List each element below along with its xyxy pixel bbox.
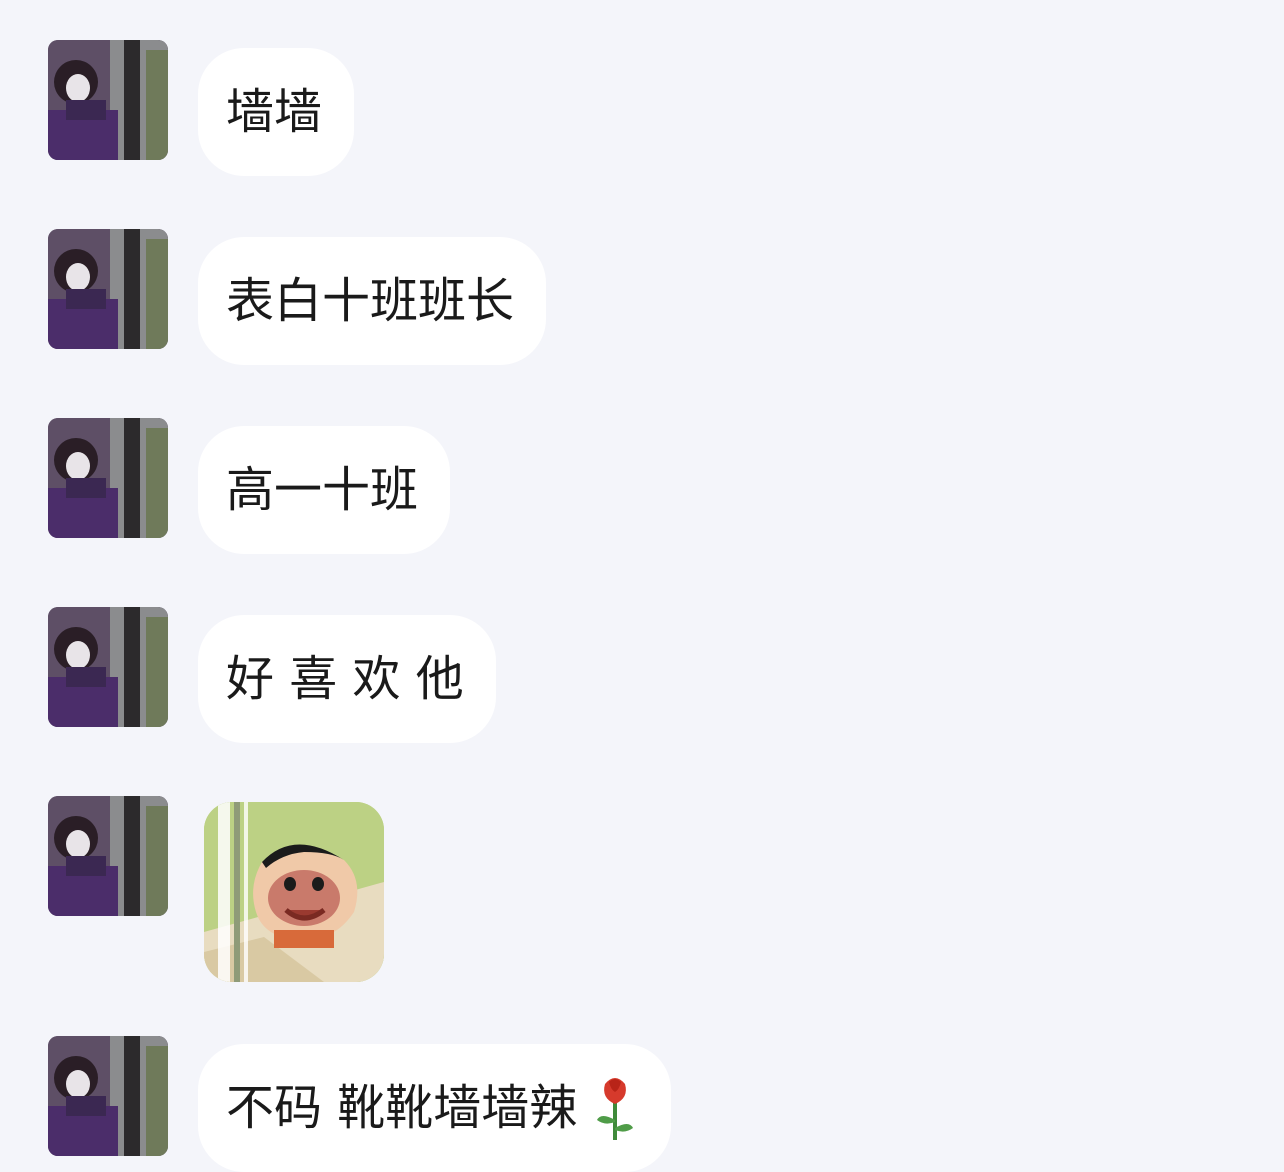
avatar-photo-icon — [48, 796, 168, 916]
avatar-photo-icon — [48, 418, 168, 538]
message-text: 不码 靴靴墙墙辣 — [226, 1080, 578, 1136]
avatar[interactable] — [48, 1036, 168, 1156]
sticker-message[interactable] — [204, 802, 384, 982]
avatar[interactable] — [48, 796, 168, 916]
avatar-photo-icon — [48, 40, 168, 160]
avatar-photo-icon — [48, 607, 168, 727]
message-text: 好 喜 欢 他 — [226, 651, 464, 707]
message-text: 高一十班 — [226, 462, 419, 518]
avatar[interactable] — [48, 40, 168, 160]
crayon-shin-chan-peeking-sticker-icon — [204, 802, 384, 982]
avatar[interactable] — [48, 607, 168, 727]
message-bubble[interactable]: 高一十班 — [198, 426, 451, 554]
avatar-photo-icon — [48, 1036, 168, 1156]
message-bubble[interactable]: 表白十班班长 — [198, 237, 547, 365]
message-bubble[interactable]: 墙墙 — [198, 48, 355, 176]
message-bubble[interactable]: 好 喜 欢 他 — [198, 615, 496, 743]
message-bubble[interactable]: 不码 靴靴墙墙辣 — [198, 1044, 672, 1172]
avatar-photo-icon — [48, 229, 168, 349]
avatar[interactable] — [48, 418, 168, 538]
message-text: 墙墙 — [226, 84, 323, 140]
rose-emoji-icon — [591, 1070, 639, 1146]
message-text: 表白十班班长 — [226, 273, 515, 329]
avatar[interactable] — [48, 229, 168, 349]
